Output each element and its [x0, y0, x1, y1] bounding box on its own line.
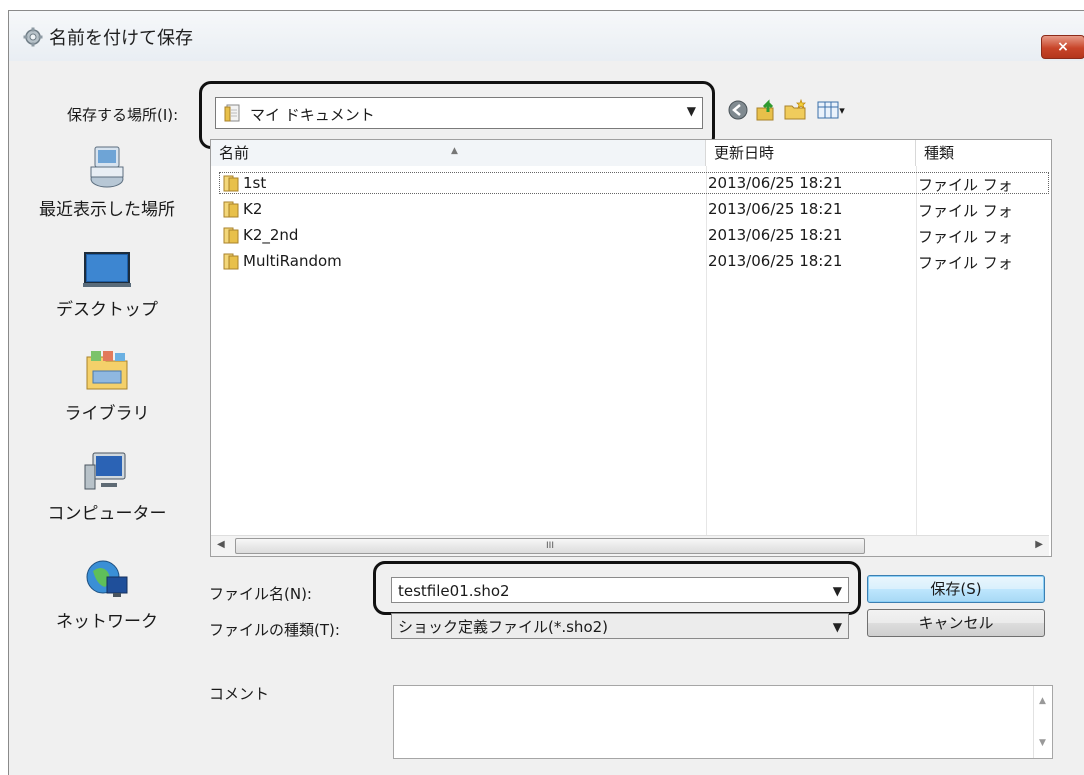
folder-icon — [223, 175, 239, 192]
place-libraries[interactable]: ライブラリ — [9, 347, 205, 424]
dialog-title: 名前を付けて保存 — [49, 28, 193, 49]
vertical-scrollbar[interactable]: ▲ ▼ — [1033, 686, 1052, 758]
filetype-label: ファイルの種類(T): — [209, 621, 340, 639]
save-as-dialog: 名前を付けて保存 × 保存する場所(I): マイ ドキュメント ▼ ▾ 最近表示… — [8, 10, 1084, 775]
scroll-up-icon[interactable]: ▲ — [1039, 696, 1046, 706]
save-location-label: 保存する場所(I): — [67, 106, 179, 124]
place-label: デスクトップ — [56, 300, 158, 320]
place-computer[interactable]: コンピューター — [9, 451, 205, 524]
new-folder-icon[interactable] — [783, 97, 809, 123]
comment-label: コメント — [209, 685, 270, 703]
filename-label: ファイル名(N): — [209, 585, 312, 603]
scroll-left-icon[interactable]: ◀ — [217, 539, 225, 550]
up-folder-icon[interactable] — [753, 97, 779, 123]
folder-icon — [223, 201, 239, 218]
file-list[interactable]: 名前 ▲ 更新日時 種類 1st 2013/06/25 18:21 ファイル フ… — [210, 139, 1052, 557]
scroll-thumb[interactable]: III — [235, 538, 865, 554]
place-label: ネットワーク — [56, 612, 158, 632]
place-label: コンピューター — [47, 504, 167, 524]
file-row[interactable]: K2 2013/06/25 18:21 ファイル フォ — [211, 196, 1049, 222]
libraries-icon — [86, 351, 128, 390]
column-header-date[interactable]: 更新日時 — [706, 140, 916, 166]
column-header-name[interactable]: 名前 ▲ — [211, 140, 706, 166]
network-icon — [86, 560, 128, 597]
place-desktop[interactable]: デスクトップ — [9, 249, 205, 320]
file-row[interactable]: MultiRandom 2013/06/25 18:21 ファイル フォ — [211, 248, 1049, 274]
file-row[interactable]: 1st 2013/06/25 18:21 ファイル フォ — [211, 170, 1049, 196]
view-menu-chevron: ▾ — [839, 103, 845, 117]
place-network[interactable]: ネットワーク — [9, 557, 205, 632]
horizontal-scrollbar[interactable]: ◀ III ▶ — [211, 535, 1049, 556]
scroll-down-icon[interactable]: ▼ — [1039, 738, 1046, 748]
scroll-thumb-grip: III — [546, 541, 554, 551]
back-icon[interactable] — [725, 97, 751, 123]
computer-icon — [84, 452, 126, 490]
column-header-type[interactable]: 種類 — [916, 140, 1051, 166]
cancel-button[interactable]: キャンセル — [867, 609, 1045, 637]
close-button[interactable]: × — [1041, 35, 1084, 59]
folder-icon — [223, 227, 239, 244]
place-label: 最近表示した場所 — [39, 200, 175, 220]
save-button[interactable]: 保存(S) — [867, 575, 1045, 603]
place-recent[interactable]: 最近表示した場所 — [9, 143, 205, 220]
filetype-select[interactable]: ショック定義ファイル(*.sho2) ▼ — [391, 613, 849, 639]
file-row[interactable]: K2_2nd 2013/06/25 18:21 ファイル フォ — [211, 222, 1049, 248]
comment-textarea[interactable]: ▲ ▼ — [393, 685, 1053, 759]
app-gear-icon — [23, 27, 43, 47]
highlight-callout-filename — [373, 561, 861, 615]
title-bar: 名前を付けて保存 × — [9, 11, 1084, 61]
view-menu-icon[interactable]: ▾ — [813, 97, 849, 123]
chevron-down-icon[interactable]: ▼ — [833, 614, 842, 640]
desktop-icon — [83, 252, 131, 287]
filetype-value: ショック定義ファイル(*.sho2) — [398, 618, 609, 636]
scroll-right-icon[interactable]: ▶ — [1035, 539, 1043, 550]
sort-ascending-icon: ▲ — [451, 146, 458, 156]
place-label: ライブラリ — [64, 404, 150, 424]
recent-places-icon — [90, 146, 124, 188]
folder-icon — [223, 253, 239, 270]
